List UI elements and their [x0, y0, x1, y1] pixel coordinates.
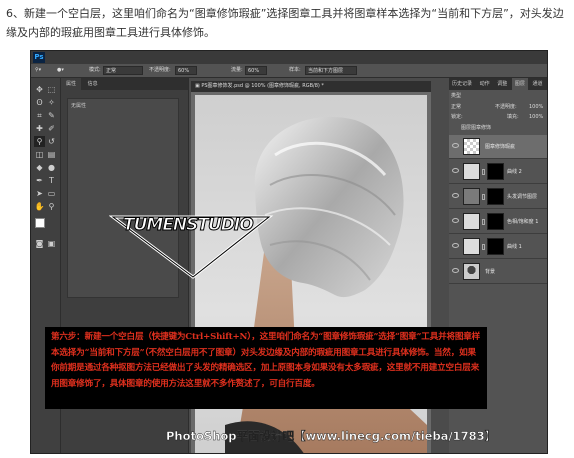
magic-wand-icon[interactable]: ✧ — [46, 97, 57, 108]
clone-stamp-icon[interactable]: ⚲ — [34, 136, 45, 147]
path-select-icon[interactable]: ➤ — [34, 188, 45, 199]
layer-row[interactable]: 曲线 2 — [449, 160, 547, 184]
flow-input[interactable]: 60% — [245, 66, 267, 75]
layer-name: 图章修饰瑕疵 — [485, 144, 516, 150]
layer-mask-thumbnail[interactable] — [487, 163, 504, 180]
watermark-text: TUMENSTUDIO — [123, 215, 255, 236]
menu-bar: Ps — [31, 51, 547, 69]
brush-size-icon[interactable]: ●▾ — [57, 66, 64, 75]
sample-label: 样本: — [289, 67, 301, 73]
tab-history[interactable]: 历史记录 — [449, 78, 475, 90]
link-icon — [482, 169, 485, 175]
visibility-eye-icon[interactable] — [452, 268, 459, 273]
visibility-eye-icon[interactable] — [452, 243, 459, 248]
visibility-eye-icon[interactable] — [452, 218, 459, 223]
stamp-tool-preset-icon[interactable]: ⚲▾ — [35, 66, 41, 75]
layer-name: 头发调节图层 — [507, 194, 538, 200]
hand-tool-icon[interactable]: ✋ — [34, 201, 45, 212]
fill-label: 填充: — [507, 114, 519, 120]
layer-thumbnail — [463, 188, 480, 205]
brush-tool-icon[interactable]: ✐ — [46, 123, 57, 134]
visibility-eye-icon[interactable] — [452, 168, 459, 173]
tab-info[interactable]: 信息 — [83, 78, 103, 90]
intro-paragraph: 6、新建一个空白层，这里咱们命名为“图章修饰瑕疵”选择图章工具并将图章样本选择为… — [6, 7, 564, 39]
layer-name: 色相/饱和度 1 — [507, 219, 539, 225]
layer-mask-thumbnail[interactable] — [487, 213, 504, 230]
layer-name: 曲线 2 — [507, 169, 522, 175]
screen-mode-icon[interactable]: ▣ — [46, 238, 57, 249]
visibility-eye-icon[interactable] — [452, 143, 459, 148]
step-caption: 第六步：新建一个空白层（快捷键为Ctrl+Shift+N），这里咱们命名为“图章… — [45, 327, 487, 409]
photoshop-screenshot: Ps ⚲▾ ●▾ 模式: 正常 不透明度: 60% 流量: 60% 样本: 当前… — [30, 50, 548, 454]
background-thumbnail — [463, 263, 480, 280]
studio-watermark: TUMENSTUDIO — [109, 211, 274, 281]
layer-name: 曲线 1 — [507, 244, 522, 250]
tab-properties[interactable]: 属性 — [61, 78, 82, 90]
tab-paths[interactable]: 路径 — [547, 78, 548, 90]
eraser-icon[interactable]: ◫ — [34, 149, 45, 160]
tab-adjustments[interactable]: 调整 — [494, 78, 510, 90]
layer-group-row[interactable]: 图层图章修饰 — [461, 124, 491, 133]
shape-tool-icon[interactable]: ▭ — [46, 188, 57, 199]
tab-layers[interactable]: 图层 — [511, 78, 528, 90]
eyedropper-icon[interactable]: ✎ — [46, 110, 57, 121]
caption-text: 第六步：新建一个空白层（快捷键为Ctrl+Shift+N），这里咱们命名为“图章… — [51, 332, 481, 389]
move-tool-icon[interactable]: ✥ — [34, 84, 45, 95]
layer-opacity-label: 不透明度: — [495, 104, 517, 110]
crop-tool-icon[interactable]: ⌗ — [34, 110, 45, 121]
curves-adjustment-icon — [463, 238, 480, 255]
curves-adjustment-icon — [463, 163, 480, 180]
foreground-color-swatch[interactable] — [35, 218, 45, 228]
link-icon — [482, 219, 485, 225]
pen-tool-icon[interactable]: ✒ — [34, 175, 45, 186]
layer-filter-kind[interactable]: 类型 — [451, 92, 461, 101]
mode-select[interactable]: 正常 — [103, 66, 143, 75]
link-icon — [482, 244, 485, 250]
type-tool-icon[interactable]: T — [46, 175, 57, 186]
link-icon — [482, 194, 485, 200]
blur-tool-icon[interactable]: ◆ — [34, 162, 45, 173]
mode-label: 模式: — [89, 67, 101, 73]
gradient-icon[interactable]: ▤ — [46, 149, 57, 160]
fill-value[interactable]: 100% — [529, 113, 543, 122]
layer-opacity-value[interactable]: 100% — [529, 103, 543, 112]
lock-label: 锁定: — [451, 114, 463, 120]
tab-channels[interactable]: 通道 — [529, 78, 545, 90]
document-tab[interactable]: ▣ PS图章修饰发.psd @ 100% (图章修饰瑕疵, RGB/8) * — [191, 81, 431, 92]
sample-select[interactable]: 当前和下方图层 — [305, 66, 357, 75]
opacity-label: 不透明度: — [149, 67, 171, 73]
layer-row[interactable]: 曲线 1 — [449, 235, 547, 259]
no-properties-label: 无属性 — [71, 103, 87, 109]
layer-mask-thumbnail[interactable] — [487, 238, 504, 255]
lasso-tool-icon[interactable]: ʘ — [34, 97, 45, 108]
zoom-tool-icon[interactable]: ⚲ — [46, 201, 57, 212]
layer-mask-thumbnail[interactable] — [487, 188, 504, 205]
dodge-tool-icon[interactable]: ● — [46, 162, 57, 173]
flow-label: 流量: — [231, 67, 243, 73]
tab-actions[interactable]: 动作 — [477, 78, 493, 90]
properties-tabs: 属性 信息 — [61, 78, 188, 90]
layer-thumbnail — [463, 138, 480, 155]
layer-row[interactable]: 色相/饱和度 1 — [449, 210, 547, 234]
visibility-eye-icon[interactable] — [452, 193, 459, 198]
layer-row[interactable]: 图章修饰瑕疵 — [449, 135, 547, 159]
photoshop-logo: Ps — [33, 52, 45, 63]
site-watermark-text: PhotoShop平面设计吧【www.linecg.com/tieba/1783… — [166, 429, 497, 443]
options-bar: ⚲▾ ●▾ 模式: 正常 不透明度: 60% 流量: 60% 样本: 当前和下方… — [31, 64, 547, 78]
opacity-input[interactable]: 60% — [175, 66, 197, 75]
hue-saturation-icon — [463, 213, 480, 230]
marquee-tool-icon[interactable]: ⬚ — [46, 84, 57, 95]
layer-row[interactable]: 头发调节图层 — [449, 185, 547, 209]
layer-name: 背景 — [485, 269, 496, 275]
blend-mode-select[interactable]: 正常 — [451, 103, 461, 112]
healing-brush-icon[interactable]: ✚ — [34, 123, 45, 134]
quick-mask-icon[interactable]: ◙ — [34, 238, 45, 249]
layer-row[interactable]: 背景 — [449, 260, 547, 284]
layers-tabs: 历史记录 动作 调整 图层 通道 路径 — [449, 78, 548, 90]
history-brush-icon[interactable]: ↺ — [46, 136, 57, 147]
